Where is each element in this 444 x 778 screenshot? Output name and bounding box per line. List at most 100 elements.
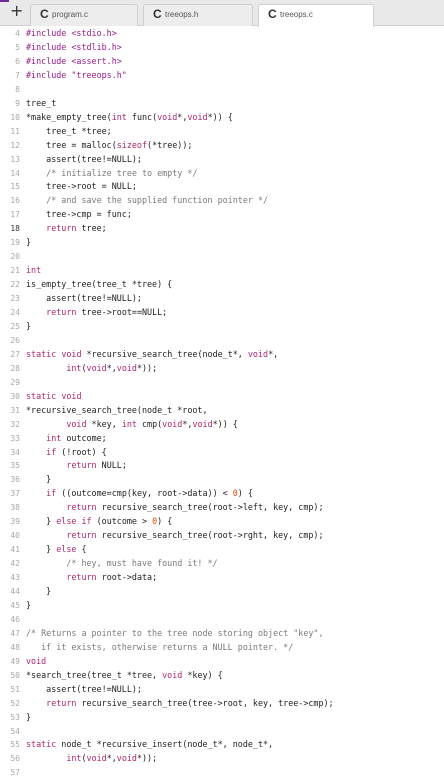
code-line[interactable]: 12 tree = malloc(sizeof(*tree));	[0, 138, 444, 152]
code-line[interactable]: 43 return root->data;	[0, 570, 444, 584]
code-line[interactable]: 29	[0, 375, 444, 389]
c-file-icon: C	[153, 7, 162, 21]
code-line[interactable]: 50 *search_tree(tree_t *tree, void *key) …	[0, 668, 444, 682]
code-line[interactable]: 46	[0, 612, 444, 626]
code-line[interactable]: 31 *recursive_search_tree(node_t *root,	[0, 403, 444, 417]
code-line[interactable]: 26	[0, 333, 444, 347]
code-line[interactable]: 56 int(void*,void*));	[0, 751, 444, 765]
code-line[interactable]: 42 /* hey, must have found it! */	[0, 556, 444, 570]
code-line[interactable]: 10 *make_empty_tree(int func(void*,void*)…	[0, 110, 444, 124]
code-line[interactable]: 5 #include <stdlib.h>	[0, 40, 444, 54]
code-line[interactable]: 57	[0, 765, 444, 778]
code-token: void	[86, 362, 107, 373]
line-number: 46	[10, 614, 20, 624]
code-line[interactable]: 13 assert(tree!=NULL);	[0, 152, 444, 166]
code-token: else	[56, 544, 77, 555]
code-line[interactable]: 38 return recursive_search_tree(root->le…	[0, 500, 444, 514]
code-line[interactable]: 33 int outcome;	[0, 431, 444, 445]
code-line[interactable]: 6 #include <assert.h>	[0, 54, 444, 68]
tab-label: treeops.c	[280, 10, 313, 19]
code-line[interactable]: 40 return recursive_search_tree(root->rg…	[0, 528, 444, 542]
line-number: 51	[10, 684, 20, 694]
code-line[interactable]: 24 return tree->root==NULL;	[0, 305, 444, 319]
code-line[interactable]: 32 void *key, int cmp(void*,void*)) {	[0, 417, 444, 431]
code-line[interactable]: 45}	[0, 598, 444, 612]
code-line[interactable]: 4 #include <stdio.h>	[0, 26, 444, 40]
code-editor[interactable]: 4 #include <stdio.h> 5 #include <stdlib.h> 6…	[0, 26, 444, 778]
code-line[interactable]: 48 if it exists, otherwise returns a NUL…	[0, 640, 444, 654]
code-text: static node_t *recursive_insert(node_t*,…	[26, 739, 273, 749]
code-line[interactable]: 36 }	[0, 472, 444, 486]
code-token: /* initialize tree to empty */	[26, 167, 198, 178]
code-line[interactable]: 11 tree_t *tree;	[0, 124, 444, 138]
line-number: 55	[10, 740, 20, 750]
code-line[interactable]: 44 }	[0, 584, 444, 598]
line-number: 32	[10, 419, 20, 429]
code-line[interactable]: 37 if ((outcome=cmp(key, root->data)) < …	[0, 486, 444, 500]
code-token: *));	[136, 362, 158, 373]
tab-treeops-c[interactable]: C treeops.c	[258, 4, 374, 27]
code-line[interactable]: 47 /* Returns a pointer to the tree node …	[0, 626, 444, 640]
code-line[interactable]: 53}	[0, 710, 444, 724]
line-number: 31	[10, 405, 20, 415]
code-line[interactable]: 35 return NULL;	[0, 458, 444, 472]
code-text: int outcome;	[26, 433, 107, 443]
code-token: node_t *recursive_insert(node_t*, node_t…	[56, 739, 274, 750]
code-token: void	[162, 669, 183, 680]
code-line[interactable]: 9 tree_t	[0, 96, 444, 110]
code-line[interactable]: 17 tree->cmp = func;	[0, 207, 444, 221]
line-number: 26	[10, 335, 20, 345]
code-line[interactable]: 18 return tree;	[0, 221, 444, 235]
code-line[interactable]: 22 is_empty_tree(tree_t *tree) {	[0, 277, 444, 291]
new-tab-button[interactable]: +	[10, 2, 23, 20]
code-token: int	[111, 111, 127, 122]
code-line[interactable]: 14 /* initialize tree to empty */	[0, 166, 444, 180]
code-text: tree = malloc(sizeof(*tree));	[26, 140, 192, 150]
code-text: /* Returns a pointer to the tree node st…	[26, 628, 324, 638]
code-line[interactable]: 52 return recursive_search_tree(tree->ro…	[0, 696, 444, 710]
code-line[interactable]: 19}	[0, 235, 444, 249]
code-text: #include <stdlib.h>	[26, 42, 122, 52]
line-number: 43	[10, 573, 20, 583]
tab-bar: + C program.c C treeops.h C treeops.c	[0, 0, 444, 27]
code-token: if	[46, 446, 57, 457]
code-line[interactable]: 39 } else if (outcome > 0) {	[0, 514, 444, 528]
code-line[interactable]: 25}	[0, 319, 444, 333]
code-token: (!root) {	[56, 446, 107, 457]
code-token: *)) {	[207, 111, 233, 122]
code-line[interactable]: 21 int	[0, 263, 444, 277]
code-line[interactable]: 27 static void *recursive_search_tree(nod…	[0, 347, 444, 361]
tab-program-c[interactable]: C program.c	[30, 4, 138, 26]
line-number: 9	[15, 98, 20, 108]
line-number: 11	[10, 126, 20, 136]
line-number: 42	[10, 559, 20, 569]
code-text: #include <assert.h>	[26, 56, 122, 66]
code-line[interactable]: 7 #include "treeops.h"	[0, 68, 444, 82]
code-line[interactable]: 16 /* and save the supplied function poi…	[0, 193, 444, 207]
code-line[interactable]: 30 static void	[0, 389, 444, 403]
code-line[interactable]: 15 tree->root = NULL;	[0, 179, 444, 193]
code-token: return	[66, 572, 97, 583]
line-number: 25	[10, 321, 20, 331]
code-line[interactable]: 23 assert(tree!=NULL);	[0, 291, 444, 305]
code-token: outcome;	[61, 432, 107, 443]
code-text: tree_t *tree;	[26, 126, 112, 136]
code-line[interactable]: 55 static node_t *recursive_insert(node_t…	[0, 737, 444, 751]
code-token: }	[26, 516, 57, 527]
code-line[interactable]: 34 if (!root) {	[0, 445, 444, 459]
tab-treeops-h[interactable]: C treeops.h	[143, 4, 253, 26]
code-line[interactable]: 49 void	[0, 654, 444, 668]
code-line[interactable]: 54	[0, 724, 444, 738]
code-line[interactable]: 41 } else {	[0, 542, 444, 556]
code-line[interactable]: 28 int(void*,void*));	[0, 361, 444, 375]
code-line[interactable]: 51 assert(tree!=NULL);	[0, 682, 444, 696]
code-line[interactable]: 20	[0, 249, 444, 263]
code-token: }	[26, 586, 52, 596]
code-text: *recursive_search_tree(node_t *root,	[26, 405, 208, 415]
line-number: 23	[10, 294, 20, 304]
code-token: #include <stdio.h>	[26, 28, 117, 38]
line-number: 49	[10, 656, 20, 666]
code-token: /* and save the supplied function pointe…	[26, 195, 269, 206]
code-line[interactable]: 8	[0, 82, 444, 96]
